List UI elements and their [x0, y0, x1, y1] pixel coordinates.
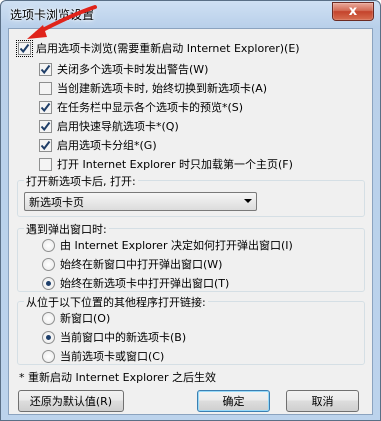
- popup-radio-new-window[interactable]: 始终在新窗口中打开弹出窗口(W): [42, 256, 222, 272]
- option-checkbox-taskbar-preview[interactable]: 在任务栏中显示各个选项卡的预览*(S): [39, 99, 243, 115]
- checkmark-icon: [40, 102, 51, 112]
- checkbox-label: 在任务栏中显示各个选项卡的预览*(S): [57, 101, 244, 114]
- dialog-client-area: 启用选项卡浏览(需要重新启动 Internet Explorer)(E) 关闭多…: [8, 28, 373, 415]
- checkmark-icon: [19, 43, 30, 53]
- group-title: 遇到弹出窗口时:: [24, 221, 109, 237]
- checkmark-icon: [40, 121, 51, 131]
- new-tab-group: 打开新选项卡后, 打开: 新选项卡页: [17, 173, 365, 217]
- option-checkbox-first-home-page[interactable]: 打开 Internet Explorer 时只加载第一个主页(F): [39, 156, 293, 172]
- checkbox-label: 关闭多个选项卡时发出警告(W): [57, 63, 209, 76]
- option-checkbox-quick-tabs[interactable]: 启用快速导航选项卡*(Q): [39, 118, 179, 134]
- group-title: 打开新选项卡后, 打开:: [24, 173, 138, 189]
- radio-label: 始终在新选项卡中打开弹出窗口(T): [60, 277, 230, 290]
- links-radio-new-tab[interactable]: 当前窗口中的新选项卡(B): [42, 329, 186, 345]
- chevron-down-icon: [244, 199, 252, 203]
- radio-button[interactable]: [42, 311, 55, 325]
- checkbox-box[interactable]: [39, 119, 52, 133]
- checkbox-label: 打开 Internet Explorer 时只加载第一个主页(F): [57, 158, 293, 171]
- checkmark-icon: [40, 64, 51, 74]
- checkbox-box[interactable]: [39, 81, 52, 95]
- external-links-group: 从位于以下位置的其他程序打开链接: 新窗口(O) 当前窗口中的新选项卡(B) 当…: [17, 294, 365, 365]
- checkbox-box[interactable]: [39, 62, 52, 76]
- cancel-button[interactable]: 取消: [286, 390, 359, 412]
- radio-label: 当前窗口中的新选项卡(B): [60, 331, 187, 344]
- links-radio-new-window[interactable]: 新窗口(O): [42, 310, 110, 326]
- checkbox-box[interactable]: [39, 138, 52, 152]
- popup-group: 遇到弹出窗口时: 由 Internet Explorer 决定如何打开弹出窗口(…: [17, 221, 365, 292]
- links-radio-current-tab[interactable]: 当前选项卡或窗口(C): [42, 348, 164, 364]
- restart-note: * 重新启动 Internet Explorer 之后生效: [19, 371, 216, 384]
- radio-label: 始终在新窗口中打开弹出窗口(W): [60, 258, 223, 271]
- option-checkbox-close-warning[interactable]: 关闭多个选项卡时发出警告(W): [39, 61, 208, 77]
- new-tab-dropdown[interactable]: 新选项卡页: [24, 192, 257, 211]
- close-button[interactable]: x: [332, 2, 374, 21]
- radio-label: 由 Internet Explorer 决定如何打开弹出窗口(I): [60, 239, 293, 252]
- radio-label: 新窗口(O): [60, 312, 111, 325]
- radio-label: 当前选项卡或窗口(C): [60, 350, 165, 363]
- popup-radio-new-tab[interactable]: 始终在新选项卡中打开弹出窗口(T): [42, 275, 229, 291]
- radio-button[interactable]: [42, 349, 55, 363]
- group-title: 从位于以下位置的其他程序打开链接:: [24, 294, 208, 310]
- checkbox-box[interactable]: [39, 157, 52, 171]
- option-checkbox-tab-groups[interactable]: 启用选项卡分组*(G): [39, 137, 157, 153]
- checkbox-box[interactable]: [16, 39, 33, 57]
- checkbox-label: 启用选项卡分组*(G): [57, 139, 157, 152]
- dropdown-value: 新选项卡页: [29, 195, 84, 209]
- checkbox-label: 启用快速导航选项卡*(Q): [57, 120, 179, 133]
- dialog-window: 选项卡浏览设置 x 启用选项卡浏览(需要重新启动 Internet Explor…: [0, 0, 381, 421]
- popup-radio-ie-decides[interactable]: 由 Internet Explorer 决定如何打开弹出窗口(I): [42, 237, 293, 253]
- checkmark-icon: [40, 140, 51, 150]
- radio-button[interactable]: [42, 257, 55, 271]
- checkbox-box[interactable]: [39, 100, 52, 114]
- radio-button[interactable]: [42, 330, 55, 344]
- checkbox-label: 当创建新选项卡时, 始终切换到新选项卡(A): [57, 82, 268, 95]
- red-arrow-icon: [27, 5, 97, 39]
- ok-button[interactable]: 确定: [197, 390, 270, 412]
- radio-button[interactable]: [42, 238, 55, 252]
- restore-defaults-button[interactable]: 还原为默认值(R): [18, 390, 124, 412]
- option-checkbox-switch-new-tab[interactable]: 当创建新选项卡时, 始终切换到新选项卡(A): [39, 80, 267, 96]
- radio-button[interactable]: [42, 276, 55, 290]
